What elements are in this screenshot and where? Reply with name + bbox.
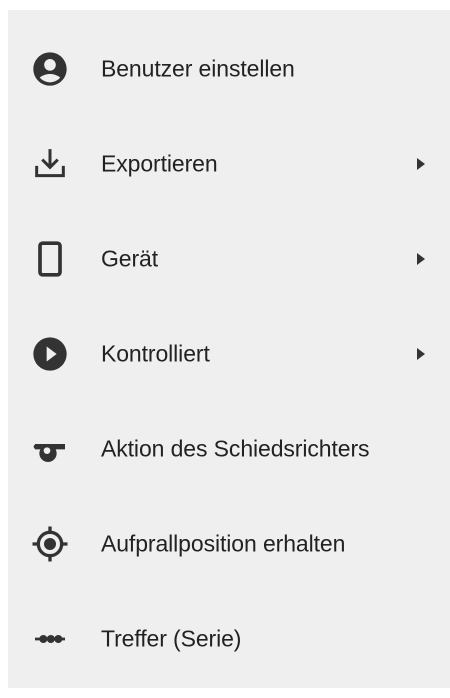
menu-item-label: Aufprallposition erhalten xyxy=(101,530,346,556)
menu-item-label: Kontrolliert xyxy=(101,340,210,366)
menu-item-kontrolliert[interactable]: Kontrolliert xyxy=(8,306,450,401)
context-menu: Benutzer einstellen Exportieren Gerät Ko… xyxy=(8,10,450,688)
menu-item-benutzer-einstellen[interactable]: Benutzer einstellen xyxy=(8,21,450,116)
account-circle-icon xyxy=(30,49,70,89)
menu-item-label: Aktion des Schiedsrichters xyxy=(101,435,370,461)
menu-item-aktion-schiedsrichter[interactable]: Aktion des Schiedsrichters xyxy=(8,401,450,496)
submenu-arrow-icon xyxy=(416,252,426,266)
menu-item-treffer-serie[interactable]: Treffer (Serie) xyxy=(8,591,450,686)
menu-item-geraet[interactable]: Gerät xyxy=(8,211,450,306)
menu-item-label: Exportieren xyxy=(101,150,218,176)
menu-item-label: Treffer (Serie) xyxy=(101,625,242,651)
smartphone-icon xyxy=(30,239,70,279)
menu-item-exportieren[interactable]: Exportieren xyxy=(8,116,450,211)
submenu-arrow-icon xyxy=(416,347,426,361)
submenu-arrow-icon xyxy=(416,157,426,171)
play-circle-icon xyxy=(30,334,70,374)
menu-item-label: Gerät xyxy=(101,245,159,271)
download-icon xyxy=(30,144,70,184)
dotted-line-icon xyxy=(30,619,70,659)
crosshair-icon xyxy=(30,524,70,564)
whistle-icon xyxy=(30,429,70,469)
menu-item-label: Benutzer einstellen xyxy=(101,55,295,81)
menu-item-aufprallposition[interactable]: Aufprallposition erhalten xyxy=(8,496,450,591)
